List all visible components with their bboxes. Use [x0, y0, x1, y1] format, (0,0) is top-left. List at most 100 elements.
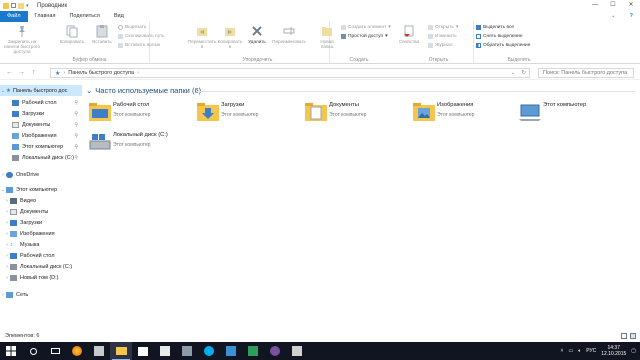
chevron-up-icon[interactable]: ˄ [561, 348, 564, 354]
pin-icon: ⚲ [74, 121, 78, 128]
taskbar-app-4[interactable] [154, 342, 176, 360]
new-item-button[interactable]: Создать элемент ▾ [341, 25, 391, 30]
taskbar-store[interactable] [132, 342, 154, 360]
pin-quick-access-button[interactable]: Закрепить на панели быстрого доступа [2, 24, 42, 54]
tab-file[interactable]: Файл [0, 11, 28, 22]
chevron-down-icon[interactable]: ⌄ [511, 70, 516, 76]
tile-documents[interactable]: Документы Этот компьютер [302, 100, 412, 126]
close-button[interactable]: ✕ [622, 0, 640, 11]
app-icon [160, 346, 170, 356]
nav-this-pc[interactable]: ⌄ Этот компьютер [0, 184, 82, 195]
invert-selection-button[interactable]: Обратить выделение [476, 43, 530, 48]
up-button[interactable]: ↑ [32, 69, 36, 76]
chevron-down-icon[interactable]: ▾ [26, 3, 31, 9]
select-none-button[interactable]: Снять выделение [476, 34, 523, 39]
nav-pc-desktop[interactable]: › Рабочий стол [0, 250, 82, 261]
paste-shortcut-label: Вставить ярлык [125, 43, 161, 48]
nav-quick-pc[interactable]: Этот компьютер ⚲ [0, 141, 82, 152]
nav-pc-drive-c[interactable]: › Локальный диск (C:) [0, 261, 82, 272]
nav-quick-downloads[interactable]: Загрузки ⚲ [0, 108, 82, 119]
view-switcher [621, 333, 636, 339]
tile-pictures[interactable]: Изображения Этот компьютер [410, 100, 520, 126]
nav-pc-documents[interactable]: › Документы [0, 206, 82, 217]
rename-button[interactable]: Переименовать [270, 24, 308, 44]
copy-button[interactable]: Копировать [58, 24, 86, 44]
nav-quick-drive-c[interactable]: Локальный диск (C:) ⚲ [0, 152, 82, 163]
tile-drive-c[interactable]: Локальный диск (C:) Этот компьютер [86, 130, 196, 156]
minimize-button[interactable]: — [586, 0, 604, 11]
address-path[interactable]: ★ › Панель быстрого доступа › ⌄ ↻ [50, 68, 530, 78]
volume-icon[interactable]: 🔈︎ [578, 348, 581, 354]
notifications-icon[interactable]: ▢ [631, 348, 636, 354]
create-group: Новая папка Создать элемент ▾ Простой до… [314, 22, 404, 64]
paste-shortcut-button[interactable]: Вставить ярлык [118, 43, 160, 48]
network-icon[interactable]: ▭ [568, 348, 573, 354]
new-folder-button[interactable]: Новая папка [316, 24, 338, 49]
select-all-button[interactable]: Выделить все [476, 25, 514, 30]
tile-downloads[interactable]: Загрузки Этот компьютер [194, 100, 304, 126]
nav-pc-music[interactable]: › ♪ Музыка [0, 239, 82, 250]
clock[interactable]: 14:37 12.10.2015 [601, 345, 626, 357]
taskbar-explorer[interactable] [110, 342, 132, 360]
taskbar-app-10[interactable] [286, 342, 308, 360]
folder-icon[interactable] [3, 2, 9, 9]
nav-network[interactable]: › Сеть [0, 289, 82, 300]
taskbar-app-8[interactable] [242, 342, 264, 360]
help-icon[interactable]: ? [623, 11, 640, 22]
move-to-label: Переместить в [188, 39, 217, 49]
title-bar: ▾ Проводник — ☐ ✕ [0, 0, 640, 11]
nav-quick-access[interactable]: ⌄ ★ Панель быстрого дос [0, 85, 82, 96]
nav-quick-documents[interactable]: Документы ⚲ [0, 119, 82, 130]
tile-desktop[interactable]: Рабочий стол Этот компьютер [86, 100, 196, 126]
cut-button[interactable]: Вырезать [118, 25, 146, 30]
taskbar-viber[interactable] [264, 342, 286, 360]
delete-button[interactable]: Удалить [246, 24, 268, 44]
properties-button[interactable]: Свойства [396, 24, 422, 44]
nav-pc-drive-d[interactable]: › Новый том (D:) [0, 272, 82, 283]
nav-quick-desktop[interactable]: Рабочий стол ⚲ [0, 97, 82, 108]
new-folder-icon[interactable] [18, 2, 24, 9]
taskbar: ˄ ▭ 🔈︎ РУС 14:37 12.10.2015 ▢ [0, 342, 640, 360]
taskbar-app-7[interactable] [220, 342, 242, 360]
language-indicator[interactable]: РУС [586, 348, 596, 354]
start-button[interactable] [0, 342, 22, 360]
nav-pc-downloads[interactable]: › Загрузки [0, 217, 82, 228]
search-button[interactable] [22, 342, 44, 360]
copy-to-button[interactable]: Копировать в [216, 24, 244, 49]
nav-quick-pictures[interactable]: Изображения ⚲ [0, 130, 82, 141]
navigation-pane: ⌄ ★ Панель быстрого дос Рабочий стол ⚲ За… [0, 85, 82, 335]
search-input[interactable]: Поиск: Панель быстрого доступа [538, 68, 634, 78]
section-header[interactable]: ⌄ Часто используемые папки (6) [86, 86, 201, 95]
open-button[interactable]: Открыть ▾ [428, 25, 458, 30]
chevron-down-icon[interactable]: ⌄ [604, 11, 623, 22]
video-icon [10, 197, 17, 204]
copy-path-button[interactable]: Скопировать путь [118, 34, 165, 39]
easy-access-button[interactable]: Простой доступ ▾ [341, 34, 388, 39]
properties-icon[interactable] [11, 3, 16, 8]
history-button[interactable]: Журнал [428, 43, 453, 48]
tab-view[interactable]: Вид [107, 11, 131, 22]
taskbar-firefox[interactable] [66, 342, 88, 360]
task-view-button[interactable] [44, 342, 66, 360]
tiles-view-icon[interactable] [630, 333, 636, 339]
edit-button[interactable]: Изменить [428, 34, 457, 39]
move-to-button[interactable]: Переместить в [188, 24, 216, 49]
taskbar-app-5[interactable] [176, 342, 198, 360]
taskbar-skype[interactable] [198, 342, 220, 360]
taskbar-app-2[interactable] [88, 342, 110, 360]
tab-home[interactable]: Главная [28, 11, 63, 22]
back-button[interactable]: ← [6, 69, 13, 76]
nav-pc-video[interactable]: › Видео [0, 195, 82, 206]
pin-icon [19, 26, 25, 37]
details-view-icon[interactable] [621, 333, 627, 339]
tile-this-pc[interactable]: Этот компьютер [516, 100, 626, 126]
forward-button[interactable]: → [18, 69, 25, 76]
path-icon [118, 34, 123, 39]
paste-button[interactable]: Вставить [90, 24, 114, 44]
refresh-icon[interactable]: ↻ [521, 70, 526, 76]
maximize-button[interactable]: ☐ [604, 0, 622, 11]
nav-onedrive[interactable]: › OneDrive [0, 169, 82, 180]
breadcrumb-quick-access[interactable]: Панель быстрого доступа [68, 70, 134, 76]
nav-pc-pictures[interactable]: › Изображения [0, 228, 82, 239]
tab-share[interactable]: Поделиться [62, 11, 106, 22]
